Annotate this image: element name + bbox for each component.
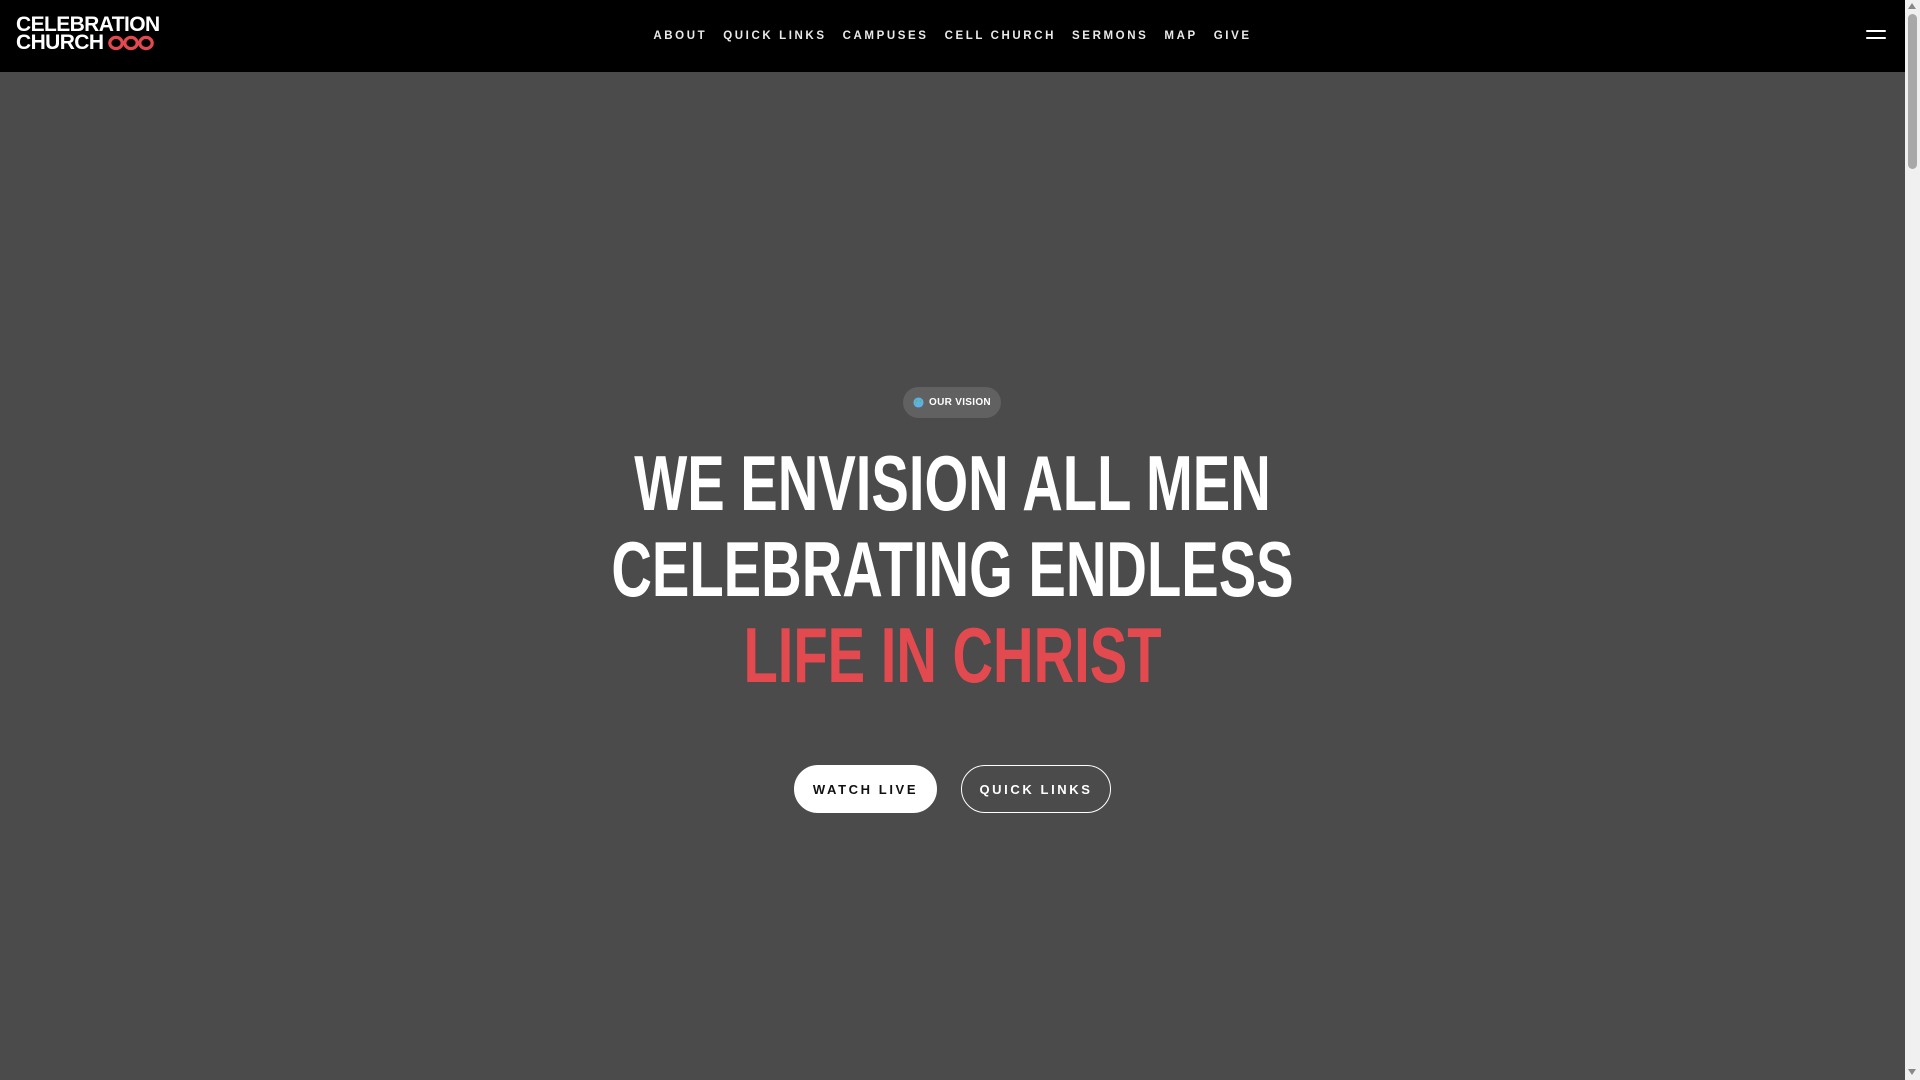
watch-live-button[interactable]: WATCH LIVE (794, 765, 937, 813)
page: CELEBRATION CHURCH ABOUT QUICK LINKS CAM… (0, 0, 1905, 1080)
vertical-scrollbar[interactable] (1905, 0, 1920, 1080)
headline-line-1: WE ENVISION ALL MEN (634, 439, 1271, 527)
nav-item-sermons[interactable]: SERMONS (1064, 23, 1156, 49)
nav-item-give[interactable]: GIVE (1206, 23, 1260, 49)
nav-item-cell-church[interactable]: CELL CHURCH (937, 23, 1064, 49)
nav-item-about[interactable]: ABOUT (645, 23, 715, 49)
hero-section: OUR VISION WE ENVISION ALL MEN CELEBRATI… (0, 72, 1905, 1080)
hero-cta-row: WATCH LIVE QUICK LINKS (0, 765, 1905, 813)
logo-text-line2: CHURCH (16, 31, 104, 54)
infinity-logo-icon (108, 35, 155, 51)
quick-links-button[interactable]: QUICK LINKS (961, 765, 1111, 813)
site-logo[interactable]: CELEBRATION CHURCH (16, 14, 166, 54)
headline-line-2: CELEBRATING ENDLESS (611, 525, 1294, 613)
nav-item-map[interactable]: MAP (1156, 23, 1205, 49)
our-vision-badge: OUR VISION (903, 387, 1001, 418)
main-nav-list: ABOUT QUICK LINKS CAMPUSES CELL CHURCH S… (645, 23, 1259, 49)
headline-line-3-accent: LIFE IN CHRIST (743, 611, 1162, 699)
badge-label: OUR VISION (929, 397, 991, 408)
nav-item-quick-links[interactable]: QUICK LINKS (715, 23, 834, 49)
nav-item-campuses[interactable]: CAMPUSES (835, 23, 937, 49)
scroll-down-arrow-icon[interactable] (1908, 1069, 1916, 1075)
scroll-thumb[interactable] (1908, 14, 1917, 169)
hamburger-menu-icon[interactable] (1866, 28, 1886, 42)
globe-icon (913, 397, 924, 408)
hero-headline: WE ENVISION ALL MEN CELEBRATING ENDLESS … (0, 440, 1905, 698)
scroll-up-arrow-icon[interactable] (1908, 3, 1916, 9)
top-navbar: CELEBRATION CHURCH ABOUT QUICK LINKS CAM… (0, 0, 1905, 72)
main-nav: ABOUT QUICK LINKS CAMPUSES CELL CHURCH S… (0, 0, 1905, 72)
